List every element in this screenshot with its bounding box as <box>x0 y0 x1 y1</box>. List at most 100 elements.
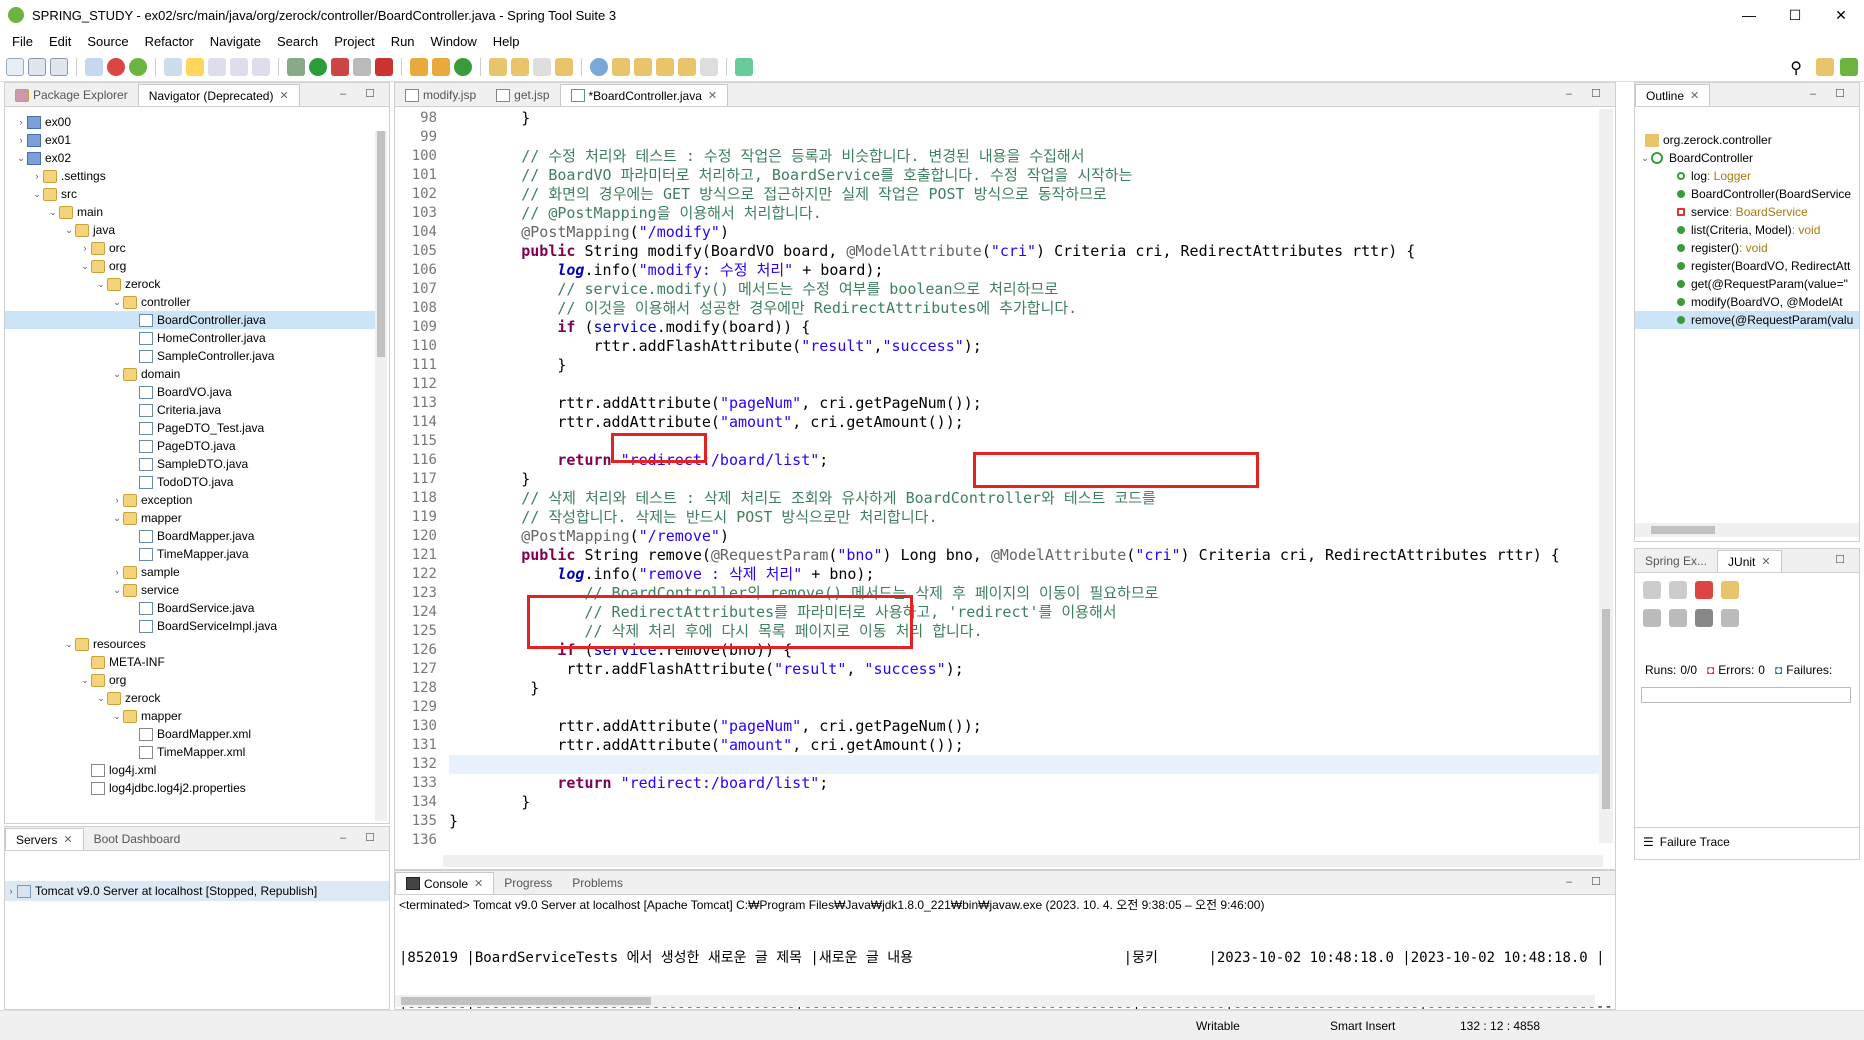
menu-edit[interactable]: Edit <box>41 34 79 49</box>
tree-item[interactable]: BoardController.java <box>5 311 375 329</box>
code-line[interactable]: rttr.addFlashAttribute("result", "succes… <box>449 660 1601 679</box>
code-line[interactable]: rttr.addFlashAttribute("result","success… <box>449 337 1601 356</box>
tree-item[interactable]: TimeMapper.xml <box>5 743 375 761</box>
tab-junit[interactable]: JUnit ✕ <box>1717 550 1782 572</box>
tree-item[interactable]: › orc <box>5 239 375 257</box>
code-line[interactable] <box>449 375 1601 394</box>
tab-outline[interactable]: Outline ✕ <box>1635 84 1711 106</box>
code-line[interactable]: // service.modify() 메서드는 수정 여부를 boolean으… <box>449 280 1601 299</box>
view-min-max-icons[interactable]: ‒ ☐ <box>1810 87 1853 100</box>
code-line[interactable]: } <box>449 793 1601 812</box>
view-min-max-icons[interactable]: ‒ ☐ <box>340 87 383 100</box>
close-icon[interactable]: ✕ <box>279 89 288 102</box>
chevron-right-icon[interactable]: › <box>15 135 27 145</box>
quick-access-search-icon[interactable]: ⚲ <box>1790 58 1802 78</box>
view-min-max-icons[interactable]: ‒ ☐ <box>1566 87 1609 100</box>
tab-boot-dashboard[interactable]: Boot Dashboard <box>84 828 191 850</box>
debug-icon[interactable] <box>287 57 305 76</box>
spring-boot-icon[interactable] <box>129 57 147 76</box>
chevron-right-icon[interactable]: › <box>79 243 91 253</box>
tree-item[interactable]: META-INF <box>5 653 375 671</box>
new-spring-icon[interactable] <box>454 57 472 76</box>
web-browser-icon[interactable] <box>590 57 608 76</box>
next-annotation-icon[interactable] <box>612 57 630 76</box>
chevron-down-icon[interactable]: ⌄ <box>111 585 123 596</box>
chevron-down-icon[interactable]: ⌄ <box>63 639 75 650</box>
prev-failure-icon[interactable] <box>1669 581 1687 599</box>
chevron-right-icon[interactable]: › <box>31 171 43 181</box>
tree-item[interactable]: › ex01 <box>5 131 375 149</box>
tab-get-jsp[interactable]: get.jsp <box>486 84 559 106</box>
run-icon[interactable] <box>309 57 327 76</box>
chevron-down-icon[interactable]: ⌄ <box>1639 153 1651 164</box>
code-line[interactable]: rttr.addAttribute("amount", cri.getAmoun… <box>449 736 1601 755</box>
tree-item[interactable]: Criteria.java <box>5 401 375 419</box>
menu-run[interactable]: Run <box>383 34 423 49</box>
console-icon[interactable] <box>85 57 103 76</box>
close-icon[interactable]: ✕ <box>1761 555 1770 568</box>
tree-item[interactable]: SampleController.java <box>5 347 375 365</box>
tree-item[interactable]: ⌄ main <box>5 203 375 221</box>
code-line[interactable]: } <box>449 679 1601 698</box>
outline-item[interactable]: register() : void <box>1635 239 1859 257</box>
tab-problems[interactable]: Problems <box>562 872 633 894</box>
code-line[interactable]: // 이것을 이용해서 성공한 경우에만 RedirectAttributes에… <box>449 299 1601 318</box>
code-line[interactable]: @PostMapping("/modify") <box>449 223 1601 242</box>
tree-item[interactable]: ⌄ org <box>5 671 375 689</box>
menu-refactor[interactable]: Refactor <box>137 34 202 49</box>
code-line[interactable]: public String modify(BoardVO board, @Mod… <box>449 242 1601 261</box>
tree-item[interactable]: BoardMapper.xml <box>5 725 375 743</box>
view-min-max-icons[interactable]: ‒ ☐ <box>340 831 383 844</box>
tree-item[interactable]: log4j.xml <box>5 761 375 779</box>
open-perspective-icon[interactable] <box>1816 58 1834 76</box>
tab-console[interactable]: Console ✕ <box>395 872 495 894</box>
menu-navigate[interactable]: Navigate <box>202 34 269 49</box>
tree-item[interactable]: ⌄ mapper <box>5 509 375 527</box>
save-all-icon[interactable] <box>50 57 68 76</box>
menu-file[interactable]: File <box>4 34 41 49</box>
code-line[interactable]: } <box>449 356 1601 375</box>
code-line[interactable]: public String remove(@RequestParam("bno"… <box>449 546 1601 565</box>
chevron-right-icon[interactable]: › <box>15 117 27 127</box>
menu-window[interactable]: Window <box>423 34 485 49</box>
tab-modify-jsp[interactable]: modify.jsp <box>395 84 486 106</box>
external-tools-icon[interactable] <box>331 57 349 76</box>
code-line[interactable]: rttr.addAttribute("amount", cri.getAmoun… <box>449 413 1601 432</box>
tree-item[interactable]: BoardVO.java <box>5 383 375 401</box>
outline-item[interactable]: list(Criteria, Model) : void <box>1635 221 1859 239</box>
outline-package[interactable]: org.zerock.controller <box>1663 133 1772 147</box>
code-line[interactable]: // 수정 처리와 테스트 : 수정 작업은 등록과 비슷합니다. 변경된 내용… <box>449 147 1601 166</box>
tree-item[interactable]: BoardMapper.java <box>5 527 375 545</box>
code-line[interactable]: // 삭제 처리와 테스트 : 삭제 처리도 조회와 유사하게 BoardCon… <box>449 489 1601 508</box>
chevron-down-icon[interactable]: ⌄ <box>47 207 59 218</box>
code-line[interactable]: rttr.addAttribute("pageNum", cri.getPage… <box>449 717 1601 736</box>
code-line[interactable]: } <box>449 109 1601 128</box>
code-line[interactable]: // BoardVO 파라미터로 처리하고, BoardService를 호출합… <box>449 166 1601 185</box>
rerun-icon[interactable] <box>1643 609 1661 627</box>
new-package-icon[interactable] <box>410 57 428 76</box>
last-edit-icon[interactable] <box>656 57 674 76</box>
tab-servers[interactable]: Servers ✕ <box>5 828 84 850</box>
menu-help[interactable]: Help <box>485 34 528 49</box>
tree-item[interactable]: log4jdbc.log4j2.properties <box>5 779 375 797</box>
chevron-down-icon[interactable]: ⌄ <box>111 711 123 722</box>
code-line[interactable] <box>449 698 1601 717</box>
show-failures-icon[interactable] <box>1695 581 1713 599</box>
save-icon[interactable] <box>28 57 46 76</box>
tab-spring-explorer[interactable]: Spring Ex... <box>1635 550 1717 572</box>
tree-item[interactable]: ⌄ controller <box>5 293 375 311</box>
outline-item[interactable]: register(BoardVO, RedirectAtt <box>1635 257 1859 275</box>
tree-item[interactable]: TodoDTO.java <box>5 473 375 491</box>
stop-icon[interactable] <box>107 57 125 76</box>
pin-editor-icon[interactable] <box>735 57 753 76</box>
tab-navigator[interactable]: Navigator (Deprecated) ✕ <box>137 84 300 106</box>
code-line[interactable]: } <box>449 812 1601 831</box>
view-min-max-icons[interactable]: ☐ <box>1835 553 1853 566</box>
console-hscrollbar[interactable] <box>395 995 1595 1007</box>
next-failure-icon[interactable] <box>1643 581 1661 599</box>
tree-scrollbar[interactable] <box>375 131 387 821</box>
open-task-icon[interactable] <box>555 57 573 76</box>
code-line[interactable]: if (service.modify(board)) { <box>449 318 1601 337</box>
tree-item[interactable]: ⌄ domain <box>5 365 375 383</box>
tree-item[interactable]: ⌄ ex02 <box>5 149 375 167</box>
